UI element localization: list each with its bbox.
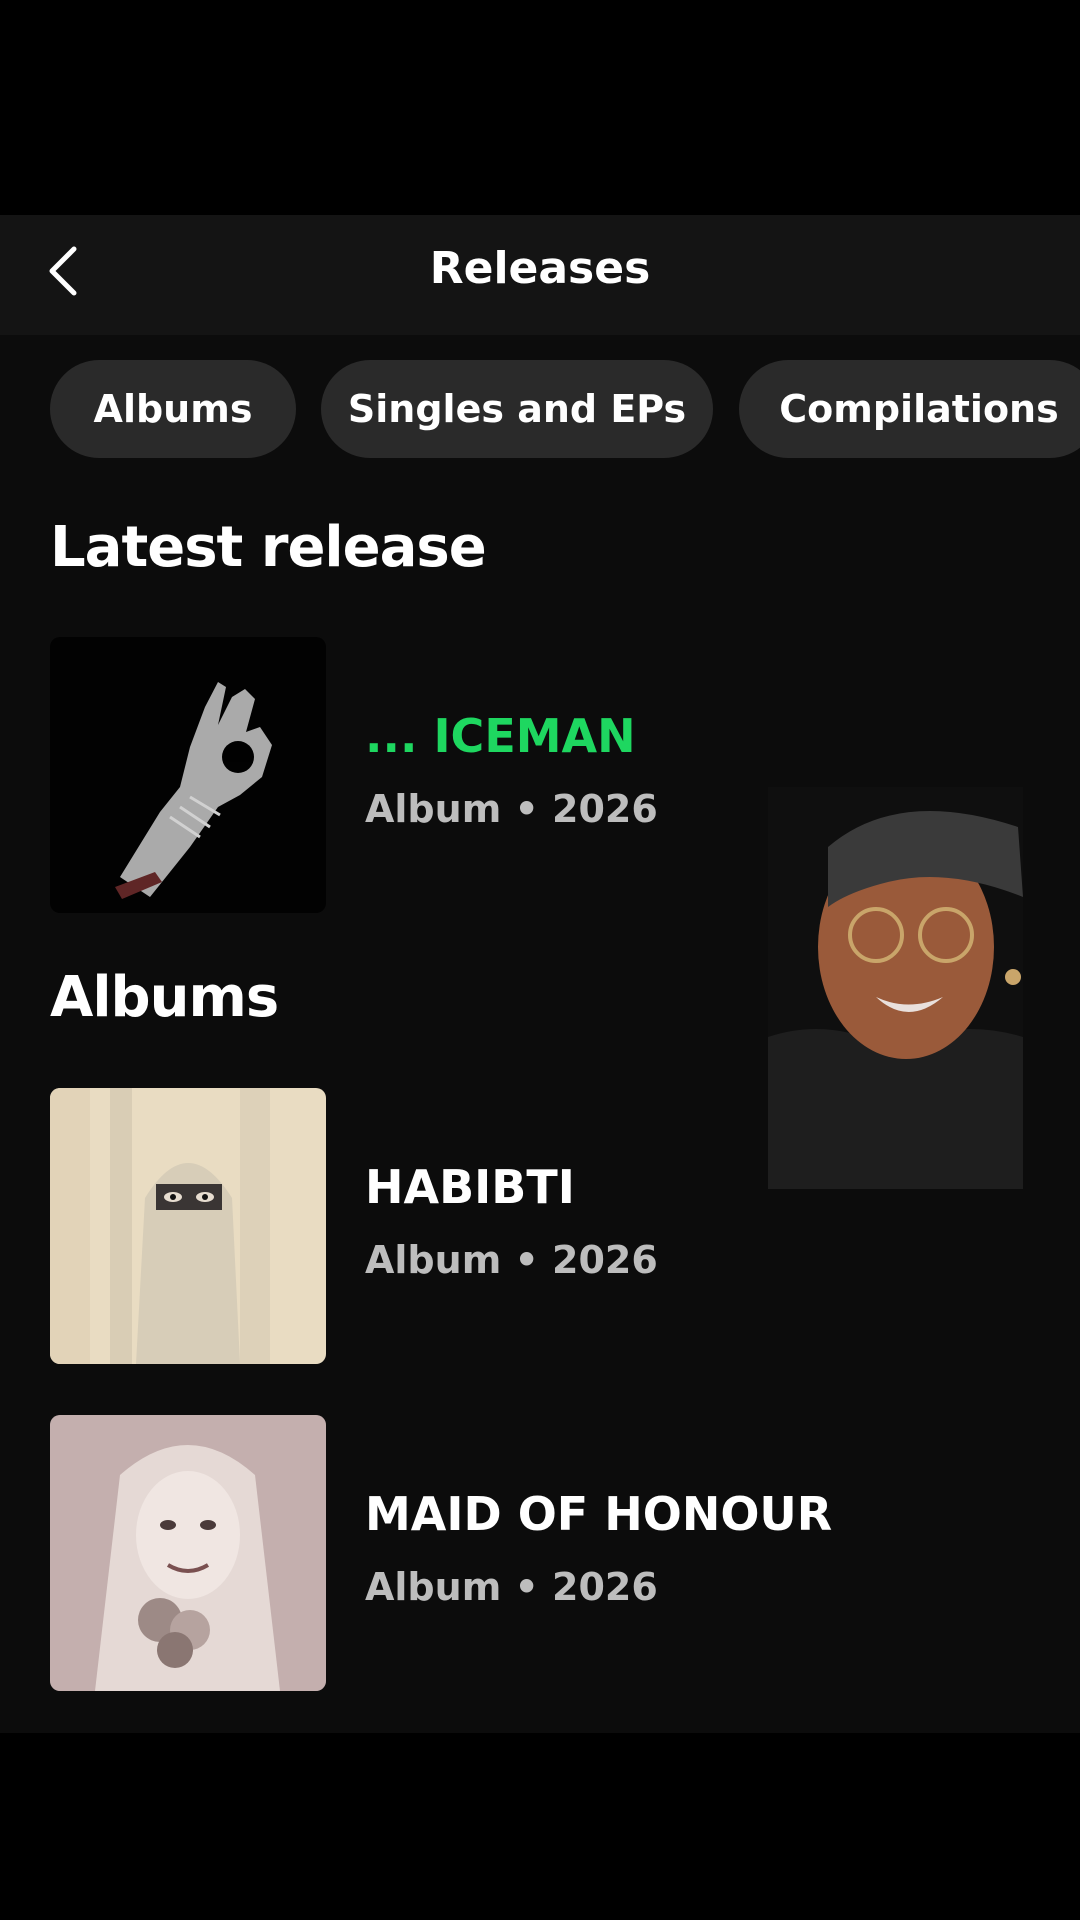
filter-chip-singles-eps[interactable]: Singles and EPs <box>321 360 713 458</box>
filter-chip-compilations[interactable]: Compilations <box>739 360 1080 458</box>
album-cover-maid-of-honour <box>50 1415 326 1691</box>
latest-release-subtitle: Album • 2026 <box>365 787 658 831</box>
filter-chip-albums[interactable]: Albums <box>50 360 296 458</box>
status-area <box>0 0 1080 215</box>
album-subtitle-habibti: Album • 2026 <box>365 1238 658 1282</box>
latest-release-title: ... ICEMAN <box>365 709 636 763</box>
albums-heading: Albums <box>50 965 279 1030</box>
page-title: Releases <box>0 243 1080 294</box>
album-subtitle-maid-of-honour: Album • 2026 <box>365 1565 658 1609</box>
top-bar: Releases <box>0 215 1080 335</box>
video-overlay-person <box>768 787 1023 1189</box>
album-cover-iceman <box>50 637 326 913</box>
album-cover-habibti <box>50 1088 326 1364</box>
album-row-maid-of-honour[interactable]: MAID OF HONOUR Album • 2026 <box>50 1415 1050 1691</box>
album-title-maid-of-honour: MAID OF HONOUR <box>365 1487 833 1541</box>
bottom-area <box>0 1733 1080 1920</box>
releases-screen: Releases Albums Singles and EPs Compilat… <box>0 215 1080 1733</box>
album-title-habibti: HABIBTI <box>365 1160 575 1214</box>
page-title-text: Releases <box>429 243 651 294</box>
latest-release-heading: Latest release <box>50 515 487 580</box>
